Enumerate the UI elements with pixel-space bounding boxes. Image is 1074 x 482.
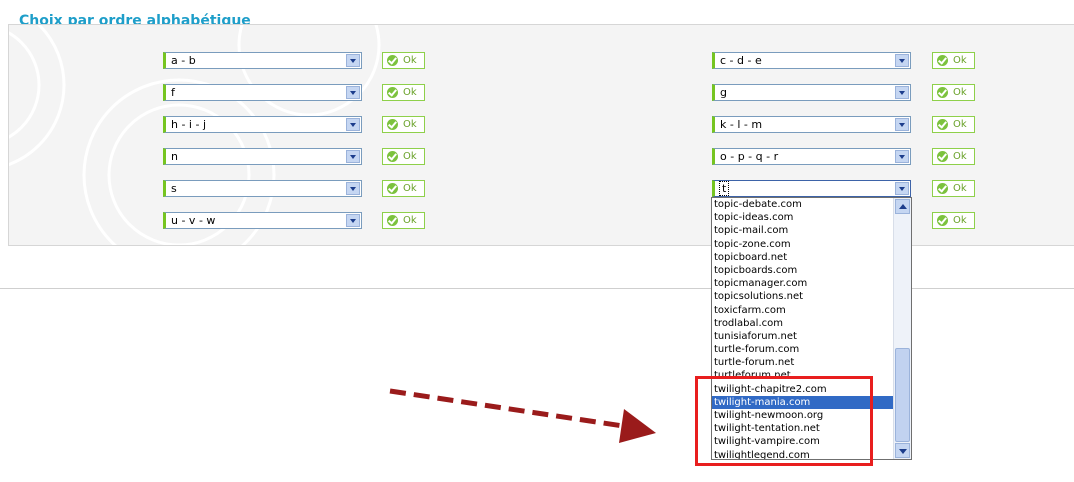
select-value: f [171,86,175,99]
dropdown-option[interactable]: topicboard.net [712,251,911,264]
letter-select-k-l-m[interactable]: k - l - m [712,116,911,133]
ok-button[interactable]: Ok [382,52,425,69]
letter-select-o-p-q-r[interactable]: o - p - q - r [712,148,911,165]
check-icon [937,151,948,162]
dropdown-option[interactable]: turtle-forum.com [712,343,911,356]
chevron-down-icon[interactable] [346,86,360,99]
letter-select-s[interactable]: s [163,180,362,197]
dropdown-option[interactable]: tunisiaforum.net [712,330,911,343]
dropdown-option[interactable]: topicmanager.com [712,277,911,290]
chevron-down-icon[interactable] [895,86,909,99]
letter-select-h-i-j[interactable]: h - i - j [163,116,362,133]
select-value: t [718,181,730,196]
chevron-down-icon[interactable] [895,182,909,195]
check-icon [937,87,948,98]
select-value: k - l - m [720,118,763,131]
divider [0,288,1074,289]
dropdown-option[interactable]: turtle-forum.net [712,356,911,369]
ok-button[interactable]: Ok [932,148,975,165]
dropdown-scrollbar[interactable] [893,198,911,459]
chevron-down-icon[interactable] [346,118,360,131]
ok-button[interactable]: Ok [932,212,975,229]
chevron-down-icon[interactable] [895,54,909,67]
ok-button[interactable]: Ok [382,212,425,229]
chevron-down-icon[interactable] [346,182,360,195]
check-icon [387,215,398,226]
check-icon [387,87,398,98]
select-value: u - v - w [171,214,216,227]
select-value: g [720,86,727,99]
letter-select-c-d-e[interactable]: c - d - e [712,52,911,69]
letter-select-g[interactable]: g [712,84,911,101]
chevron-down-icon[interactable] [895,150,909,163]
ok-button[interactable]: Ok [932,116,975,133]
check-icon [387,183,398,194]
scroll-up-icon[interactable] [895,199,910,214]
dropdown-option[interactable]: topic-zone.com [712,238,911,251]
letter-select-a-b[interactable]: a - b [163,52,362,69]
dropdown-option[interactable]: topic-debate.com [712,198,911,211]
letter-select-t[interactable]: t [712,180,911,197]
dropdown-option[interactable]: topic-ideas.com [712,211,911,224]
letter-select-n[interactable]: n [163,148,362,165]
select-value: h - i - j [171,118,207,131]
select-value: s [171,182,177,195]
dropdown-option[interactable]: trodlabal.com [712,317,911,330]
letter-select-f[interactable]: f [163,84,362,101]
check-icon [387,119,398,130]
select-value: c - d - e [720,54,762,67]
select-value: a - b [171,54,196,67]
ok-button[interactable]: Ok [932,84,975,101]
annotation-arrow [389,388,656,443]
scroll-down-icon[interactable] [895,443,910,458]
dropdown-option[interactable]: topicsolutions.net [712,290,911,303]
select-value: n [171,150,178,163]
highlight-box [695,376,873,466]
dropdown-option[interactable]: topic-mail.com [712,224,911,237]
check-icon [937,215,948,226]
check-icon [937,119,948,130]
dropdown-option[interactable]: toxicfarm.com [712,304,911,317]
ok-button[interactable]: Ok [382,148,425,165]
chevron-down-icon[interactable] [895,118,909,131]
ok-button[interactable]: Ok [932,180,975,197]
dropdown-option[interactable]: topicboards.com [712,264,911,277]
check-icon [937,183,948,194]
chevron-down-icon[interactable] [346,214,360,227]
select-value: o - p - q - r [720,150,779,163]
scrollbar-thumb[interactable] [895,348,910,442]
ok-button[interactable]: Ok [382,180,425,197]
ok-button[interactable]: Ok [382,84,425,101]
chevron-down-icon[interactable] [346,54,360,67]
ok-button[interactable]: Ok [932,52,975,69]
chevron-down-icon[interactable] [346,150,360,163]
ok-button[interactable]: Ok [382,116,425,133]
check-icon [937,55,948,66]
letter-select-u-v-w[interactable]: u - v - w [163,212,362,229]
check-icon [387,55,398,66]
check-icon [387,151,398,162]
